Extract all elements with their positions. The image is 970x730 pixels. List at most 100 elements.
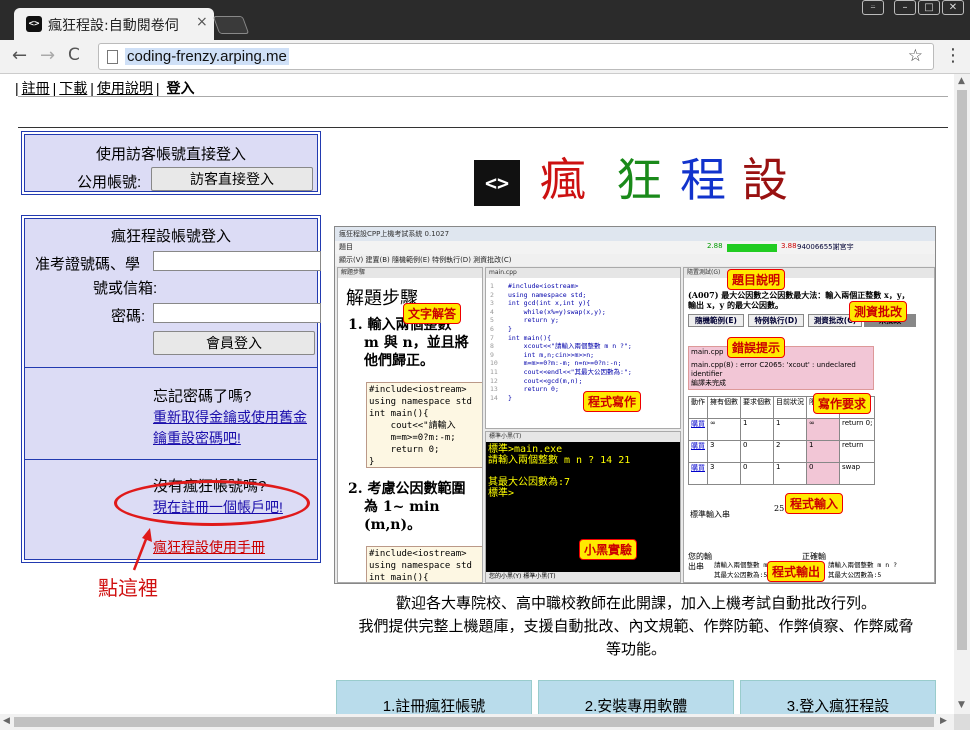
shot-td: 0	[806, 462, 840, 485]
horizontal-scrollbar[interactable]: ◀ ▶	[0, 714, 954, 730]
shot-step1-l3: 他們歸正。	[364, 353, 434, 369]
shot-td: 3	[707, 440, 741, 463]
tag-test-grading: 測資批改	[849, 301, 908, 322]
nav-separator: |	[52, 80, 57, 96]
shot-table-row: 購買 3 0 2 1 return	[688, 440, 876, 463]
minimize-button[interactable]: –	[894, 0, 916, 15]
browser-menu-icon[interactable]: ⋮	[944, 45, 962, 66]
shot-your-out-label: 您的輸出串	[688, 552, 712, 571]
step-install-card[interactable]: 2.安裝專用軟體	[538, 680, 734, 714]
shot-td: 1	[773, 418, 807, 441]
nav-download-link[interactable]: 下載	[59, 80, 87, 96]
shot-err3: 編譯未完成	[691, 379, 726, 387]
tag-problem: 題目說明	[727, 269, 786, 290]
member-login-button[interactable]: 會員登入	[153, 331, 315, 355]
url-text[interactable]: coding-frenzy.arping.me	[125, 48, 289, 65]
vertical-scroll-thumb[interactable]	[957, 90, 967, 650]
guest-login-button[interactable]: 訪客直接登入	[151, 167, 313, 191]
shot-user: 94006655謝宮宇	[797, 243, 854, 251]
shot-line-numbers: 1 2 3 4 5 6 7 8 9 10 11 12 13 14	[490, 282, 498, 402]
shot-left-title: 解題步驟	[338, 268, 482, 278]
shot-score2: 3.88	[781, 242, 797, 250]
divider	[25, 367, 317, 368]
shot-step1-l2: m 與 n，並且將	[364, 335, 469, 351]
guest-login-title: 使用訪客帳號直接登入	[95, 146, 246, 163]
shot-code1: #include<iostream> using namespace std i…	[366, 382, 482, 468]
shot-td: ∞	[707, 418, 741, 441]
shot-score: 2.88	[707, 242, 723, 250]
tag-writing-req: 寫作要求	[813, 393, 872, 414]
scroll-left-icon[interactable]: ◀	[3, 716, 10, 726]
shot-step1: 1. 輸入兩個整數 m 與 n，並且將 他們歸正。	[348, 316, 469, 370]
reload-icon[interactable]: C	[68, 45, 80, 65]
shot-btn-special: 特例執行(D)	[748, 314, 804, 327]
nav-register-link[interactable]: 註冊	[22, 80, 50, 96]
shot-step2: 2. 考慮公因數範圍 為 1~ min (m,n)。	[348, 480, 466, 534]
shot-td: return 0;	[838, 418, 876, 441]
tag-code-writing: 程式寫作	[583, 391, 642, 412]
scroll-right-icon[interactable]: ▶	[940, 716, 947, 726]
user-manual-link[interactable]: 瘋狂程設使用手冊	[153, 537, 265, 557]
welcome-line3: 等功能。	[605, 641, 666, 658]
horizontal-scroll-thumb[interactable]	[14, 717, 934, 727]
bookmark-star-icon[interactable]: ☆	[908, 46, 923, 66]
id-input[interactable]	[153, 251, 321, 271]
shot-terminal-pane: 標準小黑(T) 標準>main.exe 請輸入兩個整數 m n ? 14 21 …	[485, 431, 681, 583]
logo-char: 設	[742, 153, 788, 207]
shot-terminal-text: 標準>main.exe 請輸入兩個整數 m n ? 14 21 其最大公因數為:…	[488, 444, 631, 499]
shot-td: ∞	[806, 418, 840, 441]
browser-toolbar: ← → C coding-frenzy.arping.me ☆ ⋮	[0, 40, 970, 74]
page-icon	[107, 50, 118, 64]
shot-td: 1	[806, 440, 840, 463]
divider	[25, 459, 317, 460]
reset-password-link[interactable]: 重新取得金鑰或使用舊金 鑰重設密碼吧!	[153, 407, 307, 449]
tag-program-input: 程式輸入	[785, 493, 844, 514]
step-login-card[interactable]: 3.登入瘋狂程設	[740, 680, 936, 714]
shot-title: 瘋狂程設CPP上機考試系統 0.1027	[335, 227, 935, 241]
tag-terminal-lab: 小黑實驗	[579, 539, 638, 560]
nav-separator: |	[90, 80, 94, 96]
shot-correct-out: 請輸入兩個整數 m n ? 其最大公因數為:5	[828, 561, 897, 579]
back-arrow-icon[interactable]: ←	[12, 45, 27, 66]
shot-term-tabs: 您的小黑(Y) 標準小黑(T)	[486, 572, 680, 582]
user-profile-icon[interactable]: ⍨	[862, 0, 884, 15]
tab-close-icon[interactable]: ×	[196, 14, 208, 30]
address-bar[interactable]: coding-frenzy.arping.me ☆	[98, 43, 934, 70]
logo-char: 瘋	[540, 153, 586, 207]
divider	[18, 127, 948, 128]
shot-table-row: 購買 ∞ 1 1 ∞ return 0;	[688, 418, 876, 441]
tag-text-answer: 文字解答	[403, 303, 462, 324]
shot-th: 要求個數	[740, 396, 774, 419]
maximize-button[interactable]: □	[918, 0, 940, 15]
password-label: 密碼:	[111, 308, 146, 325]
forward-arrow-icon[interactable]: →	[40, 45, 55, 66]
step-register-card[interactable]: 1.註冊瘋狂帳號	[336, 680, 532, 714]
shot-progress	[727, 244, 777, 252]
highlight-ellipse	[114, 480, 310, 526]
scroll-down-icon[interactable]: ▼	[958, 700, 965, 710]
shot-td: return	[838, 440, 876, 463]
shot-step2-l3: (m,n)。	[364, 517, 422, 533]
welcome-line2: 我們提供完整上機題庫，支援自動批改、內文規範、作弊防範、作弊偵察、作弊威脅	[358, 618, 914, 635]
shot-terminal-title: 標準小黑(T)	[486, 432, 680, 442]
id-label-cont: 號或信箱:	[93, 280, 158, 297]
reset-password-link-line1[interactable]: 重新取得金鑰或使用舊金	[153, 407, 307, 428]
shot-step2-l1: 2. 考慮公因數範圍	[348, 481, 466, 497]
password-input[interactable]	[153, 303, 321, 323]
shot-td: 0	[740, 462, 774, 485]
close-window-button[interactable]: ✕	[942, 0, 964, 15]
scroll-up-icon[interactable]: ▲	[958, 76, 965, 86]
shot-td: 3	[707, 462, 741, 485]
shot-right-title: 隨置測試(G)	[684, 268, 934, 278]
shot-td: 0	[740, 440, 774, 463]
scrollbar-corner	[954, 714, 970, 730]
new-tab-button[interactable]	[212, 16, 250, 34]
vertical-scrollbar[interactable]: ▲ ▼	[954, 74, 970, 714]
welcome-line1: 歡迎各大專院校、高中職校教師在此開課，加入上機考試自動批改行列。	[395, 595, 876, 612]
reset-password-link-line2[interactable]: 鑰重設密碼吧!	[153, 428, 307, 449]
nav-help-link[interactable]: 使用說明	[97, 80, 153, 96]
browser-tab[interactable]: <> 瘋狂程設:自動閱卷伺 ×	[14, 8, 214, 40]
tag-program-output: 程式輸出	[767, 561, 826, 582]
shot-step2-l2: 為 1~ min	[364, 499, 440, 515]
forgot-password-question: 忘記密碼了嗎?	[153, 388, 252, 405]
